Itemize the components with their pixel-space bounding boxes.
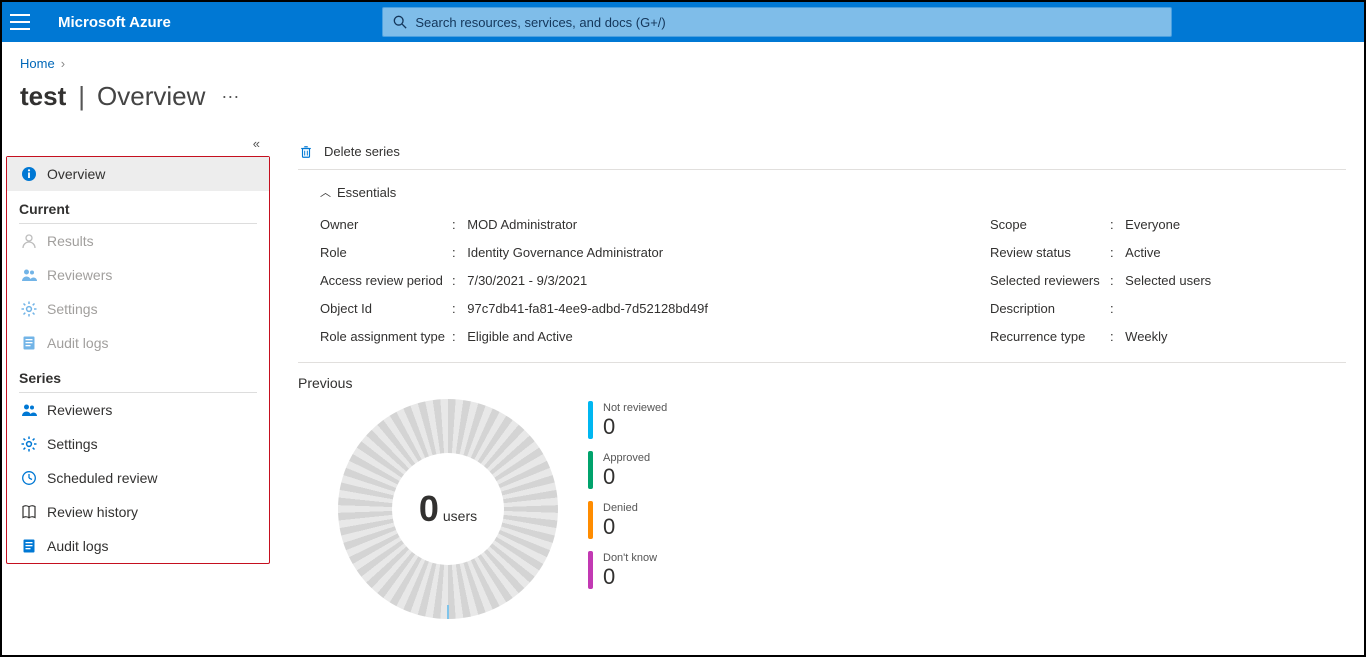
hamburger-icon[interactable] (10, 14, 30, 30)
chart-legend: Not reviewed 0 Approved 0 Denied 0 (588, 399, 667, 589)
legend-label: Don't know (603, 551, 657, 565)
essentials-section: ︿ Essentials Owner: MOD Administrator Ro… (298, 184, 1346, 363)
sidebar-item-label: Review history (47, 504, 138, 520)
ess-val: Eligible and Active (467, 329, 573, 344)
ess-key: Recurrence type (990, 329, 1110, 344)
global-search[interactable] (382, 7, 1172, 37)
ess-val: Everyone (1125, 217, 1180, 232)
sidebar-item-auditlogs-current[interactable]: Audit logs (7, 326, 269, 360)
command-bar: Delete series (298, 134, 1346, 170)
more-actions-button[interactable]: ··· (213, 86, 239, 107)
gear-icon (21, 301, 37, 317)
collapse-sidebar-button[interactable]: « (2, 130, 270, 156)
sidebar-item-label: Settings (47, 436, 98, 452)
gear-icon (21, 436, 37, 452)
ess-key: Role (320, 245, 452, 260)
title-main: test (20, 81, 66, 112)
title-sub: Overview (97, 81, 205, 112)
ess-val: 7/30/2021 - 9/3/2021 (467, 273, 587, 288)
sidebar-item-settings-current[interactable]: Settings (7, 292, 269, 326)
search-input[interactable] (415, 15, 1161, 30)
sidebar: Overview Current Results Reviewers Setti… (6, 156, 270, 564)
search-icon (393, 15, 407, 29)
sidebar-group-series: Series (7, 360, 269, 392)
page-title: test | Overview ··· (2, 71, 1364, 130)
delete-icon (298, 144, 314, 160)
ess-val: Selected users (1125, 273, 1211, 288)
ess-key: Selected reviewers (990, 273, 1110, 288)
previous-title: Previous (298, 363, 1346, 399)
chevron-up-icon: ︿ (320, 184, 331, 200)
sidebar-item-reviewers-current[interactable]: Reviewers (7, 258, 269, 292)
ess-val: MOD Administrator (467, 217, 577, 232)
legend-value: 0 (603, 415, 667, 439)
donut-chart: 0 users (338, 399, 558, 619)
delete-series-button[interactable]: Delete series (324, 144, 400, 159)
ess-key: Object Id (320, 301, 452, 316)
ess-val: Identity Governance Administrator (467, 245, 663, 260)
sidebar-item-label: Audit logs (47, 538, 108, 554)
top-bar: Microsoft Azure (2, 2, 1364, 42)
sidebar-item-scheduled-review[interactable]: Scheduled review (7, 461, 269, 495)
collapse-icon: « (253, 136, 260, 151)
sidebar-group-current: Current (7, 191, 269, 223)
legend-value: 0 (603, 515, 638, 539)
main-content: Delete series ︿ Essentials Owner: MOD Ad… (270, 130, 1364, 619)
sidebar-item-label: Reviewers (47, 267, 112, 283)
legend-label: Not reviewed (603, 401, 667, 415)
brand: Microsoft Azure (58, 14, 171, 31)
users-icon (21, 402, 37, 418)
sidebar-item-settings-series[interactable]: Settings (7, 427, 269, 461)
info-icon (21, 166, 37, 182)
sidebar-item-label: Audit logs (47, 335, 108, 351)
sidebar-item-label: Reviewers (47, 402, 112, 418)
users-icon (21, 267, 37, 283)
sidebar-item-label: Overview (47, 166, 105, 182)
ess-key: Access review period (320, 273, 452, 288)
essentials-toggle[interactable]: ︿ Essentials (320, 184, 1346, 200)
donut-unit: users (443, 508, 477, 524)
ess-key: Scope (990, 217, 1110, 232)
sidebar-item-reviewers-series[interactable]: Reviewers (7, 393, 269, 427)
sidebar-item-label: Settings (47, 301, 98, 317)
legend-value: 0 (603, 565, 657, 589)
legend-label: Denied (603, 501, 638, 515)
sidebar-item-label: Scheduled review (47, 470, 158, 486)
ess-key: Role assignment type (320, 329, 452, 344)
ess-val: 97c7db41-fa81-4ee9-adbd-7d52128bd49f (467, 301, 708, 316)
legend-label: Approved (603, 451, 650, 465)
sidebar-item-label: Results (47, 233, 94, 249)
ess-key: Review status (990, 245, 1110, 260)
essentials-title: Essentials (337, 185, 396, 200)
donut-value: 0 (419, 488, 439, 530)
legend-value: 0 (603, 465, 650, 489)
legend-item-notreviewed: Not reviewed 0 (588, 401, 667, 439)
breadcrumb-home[interactable]: Home (20, 56, 55, 71)
ess-key: Owner (320, 217, 452, 232)
user-icon (21, 233, 37, 249)
sidebar-item-review-history[interactable]: Review history (7, 495, 269, 529)
legend-item-approved: Approved 0 (588, 451, 667, 489)
legend-item-dontknow: Don't know 0 (588, 551, 667, 589)
log-icon (21, 335, 37, 351)
sidebar-item-auditlogs-series[interactable]: Audit logs (7, 529, 269, 563)
sidebar-item-overview[interactable]: Overview (7, 157, 269, 191)
ess-key: Description (990, 301, 1110, 316)
ess-val: Weekly (1125, 329, 1167, 344)
clock-icon (21, 470, 37, 486)
chevron-right-icon: › (61, 56, 65, 71)
ess-val: Active (1125, 245, 1160, 260)
legend-item-denied: Denied 0 (588, 501, 667, 539)
sidebar-item-results[interactable]: Results (7, 224, 269, 258)
breadcrumb: Home › (2, 42, 1364, 71)
previous-chart-section: 0 users Not reviewed 0 Approved (298, 399, 1346, 619)
book-icon (21, 504, 37, 520)
log-icon (21, 538, 37, 554)
